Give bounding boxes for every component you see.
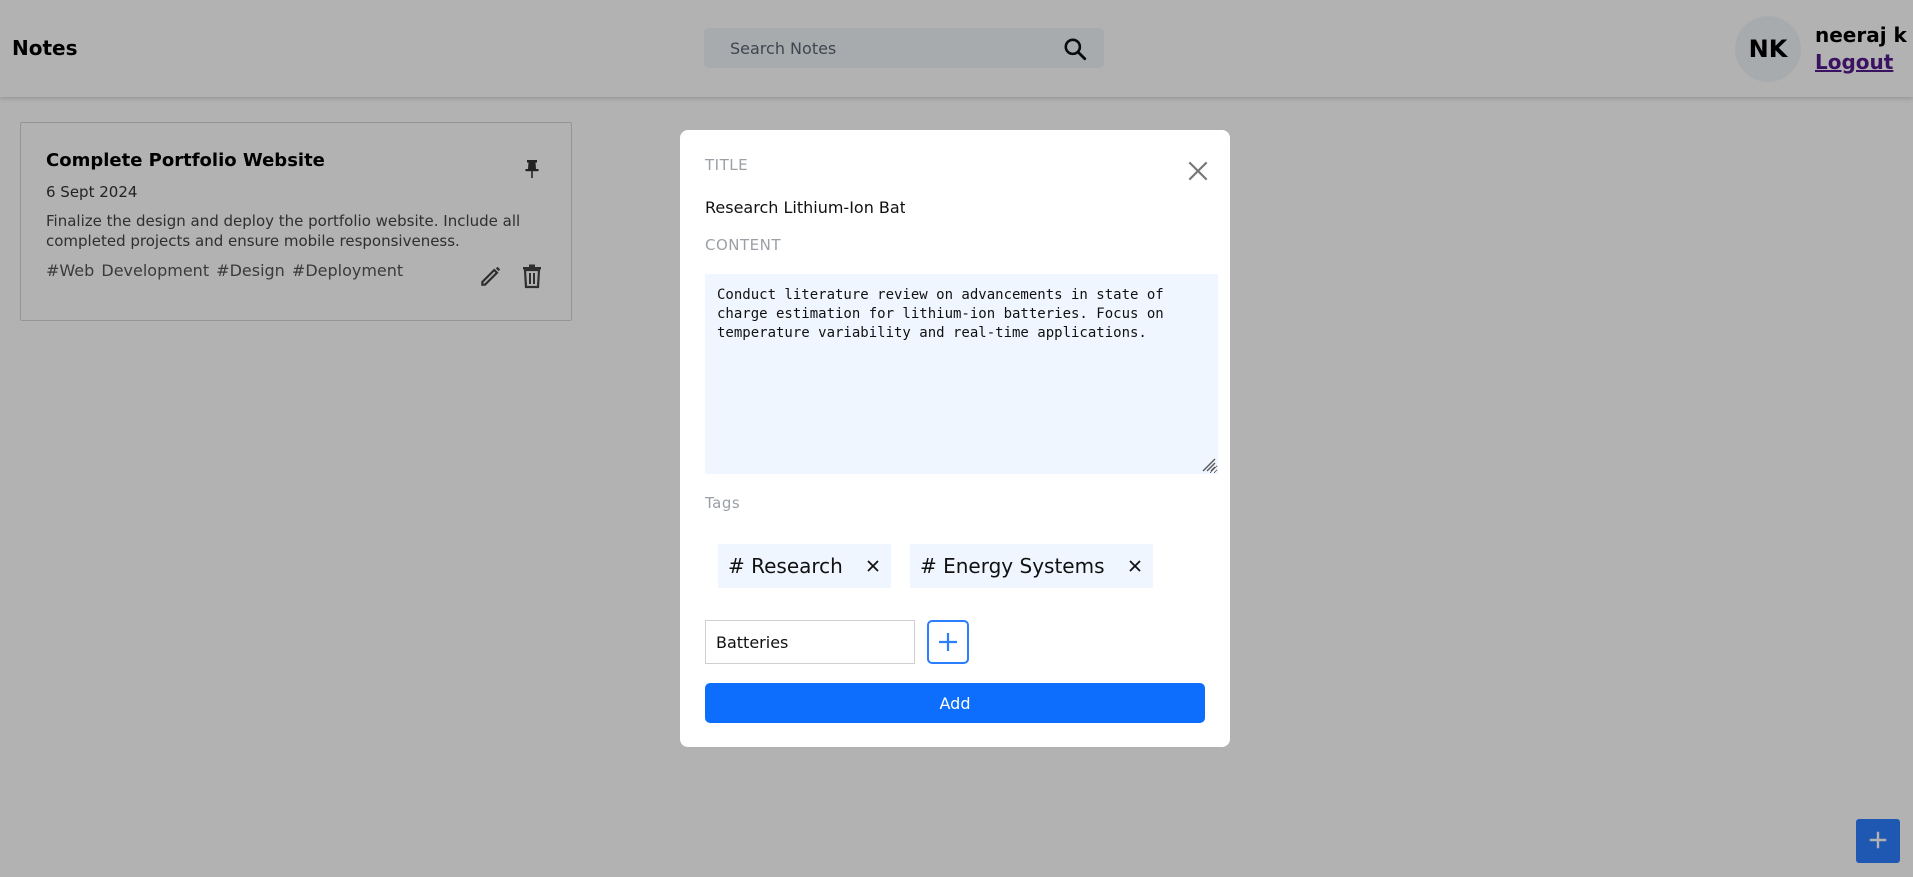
title-input[interactable] [705, 193, 905, 221]
plus-icon [939, 633, 957, 651]
content-label: CONTENT [705, 236, 782, 254]
title-label: TITLE [705, 156, 749, 174]
close-icon[interactable] [1185, 158, 1211, 184]
tag-input[interactable] [705, 620, 915, 664]
tags-label: Tags [705, 494, 741, 512]
close-icon[interactable] [1127, 558, 1143, 574]
tag-label: # Energy Systems [920, 554, 1105, 578]
content-textarea[interactable]: Conduct literature review on advancement… [705, 274, 1218, 474]
edit-note-modal: TITLE CONTENT Conduct literature review … [680, 130, 1230, 747]
tag-label: # Research [728, 554, 843, 578]
close-icon[interactable] [865, 558, 881, 574]
add-note-submit-button[interactable]: Add [705, 683, 1205, 723]
add-tag-button[interactable] [927, 620, 969, 664]
resize-handle-icon[interactable] [1200, 456, 1216, 472]
tag-chip: # Energy Systems [910, 544, 1153, 588]
tag-chip: # Research [718, 544, 891, 588]
